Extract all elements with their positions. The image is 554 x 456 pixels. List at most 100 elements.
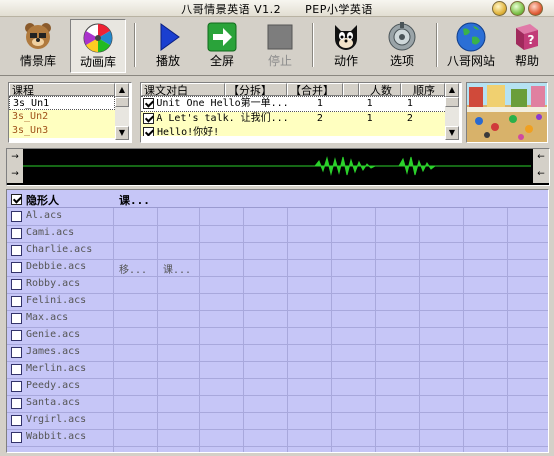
minimize-button[interactable] <box>492 1 507 16</box>
dialogue-text: A Let's talk. 让我们... <box>156 113 289 124</box>
dialogue-row[interactable]: Unit One Hello第一单... 1 1 1 <box>141 96 445 112</box>
character-col3: 课... <box>163 265 192 276</box>
row-checkbox[interactable] <box>141 112 156 126</box>
scroll-down-icon[interactable]: ▼ <box>115 126 129 140</box>
lesson-list-header[interactable]: 课程 <box>9 83 115 97</box>
character-row[interactable]: Santa.acs <box>7 395 548 413</box>
character-checkbox[interactable] <box>11 245 22 257</box>
animation-library-button[interactable]: 动画库 <box>70 19 126 73</box>
character-row[interactable]: Merlin.acs <box>7 361 548 379</box>
lesson-item[interactable]: 3s_Un1 <box>9 96 115 110</box>
scroll-up-icon[interactable]: ▲ <box>445 83 459 97</box>
character-checkbox[interactable] <box>11 313 22 325</box>
col-blank[interactable] <box>343 83 359 96</box>
toolbar-separator <box>436 23 438 67</box>
character-name: Felini.acs <box>26 295 87 306</box>
character-checkbox[interactable] <box>11 228 22 240</box>
help-button[interactable]: ? 帮助 <box>504 19 550 71</box>
options-icon <box>388 22 416 51</box>
window-title: 八哥情景英语 V1.2 PEP小学英语 <box>0 1 554 17</box>
help-book-icon: ? <box>516 24 538 50</box>
options-button[interactable]: 选项 <box>378 19 426 71</box>
toolbar-separator <box>312 23 314 67</box>
character-checkbox[interactable] <box>11 364 22 376</box>
character-checkbox[interactable] <box>11 330 22 342</box>
character-checkbox[interactable] <box>11 381 22 393</box>
dialogue-split: 1 <box>316 98 323 109</box>
scene-library-label: 情景库 <box>19 54 56 68</box>
character-row[interactable]: Vrgirl.acs <box>7 412 548 430</box>
character-row[interactable]: Wabbit.acs <box>7 429 548 447</box>
character-row[interactable]: Cami.acs <box>7 225 548 243</box>
character-row[interactable]: Charlie.acs <box>7 242 548 260</box>
col-people[interactable]: 人数 <box>359 83 401 97</box>
character-checkbox[interactable] <box>11 211 22 223</box>
scroll-down-icon[interactable]: ▼ <box>445 126 459 140</box>
film-reel-icon <box>83 23 113 53</box>
website-button[interactable]: 八哥网站 <box>444 19 498 71</box>
fullscreen-arrow-icon <box>207 22 237 52</box>
dialogue-people: 1 <box>366 113 373 124</box>
character-row[interactable]: Robby.acs <box>7 276 548 294</box>
character-name: Robby.acs <box>26 278 81 289</box>
dialogue-row[interactable]: A Let's talk. 让我们... 2 1 2 <box>141 112 445 126</box>
character-row[interactable]: Max.acs <box>7 310 548 328</box>
play-button[interactable]: 播放 <box>144 19 192 71</box>
dialogue-table-content: 课文对白 【分拆】 【合并】 人数 顺序 Unit One Hello第一单..… <box>141 83 445 136</box>
character-checkbox[interactable] <box>11 347 22 359</box>
lesson-item[interactable]: 3s_Un3 <box>9 124 115 138</box>
dialogue-split: 2 <box>316 113 323 124</box>
header-name[interactable]: 隐形人 <box>26 192 59 208</box>
scene-library-button[interactable]: 情景库 <box>14 19 62 71</box>
waveform-left-arrows[interactable]: → → <box>7 149 23 183</box>
play-icon <box>160 23 180 51</box>
options-label: 选项 <box>389 54 414 68</box>
scroll-thumb[interactable] <box>115 97 129 107</box>
character-row[interactable]: James.acs <box>7 344 548 362</box>
dialogue-scrollbar[interactable]: ▲ ▼ <box>445 83 459 140</box>
action-button[interactable]: 动作 <box>322 19 370 71</box>
action-label: 动作 <box>333 54 358 68</box>
col-order[interactable]: 顺序 <box>401 83 445 97</box>
dialogue-table: 课文对白 【分拆】 【合并】 人数 顺序 Unit One Hello第一单..… <box>140 82 462 143</box>
lesson-list-scrollbar[interactable]: ▲ ▼ <box>115 83 129 140</box>
header-col2[interactable]: 课... <box>119 192 150 208</box>
character-checkbox[interactable] <box>11 279 22 291</box>
character-checkbox[interactable] <box>11 398 22 410</box>
lesson-item[interactable]: 3s_Un2 <box>9 110 115 124</box>
waveform-right-arrows[interactable]: ← ← <box>533 149 549 183</box>
audio-waveform[interactable]: → → ← ← <box>6 148 550 186</box>
col-dialogue-text[interactable]: 课文对白 <box>141 83 225 97</box>
globe-icon <box>456 22 486 52</box>
scroll-up-icon[interactable]: ▲ <box>115 83 129 97</box>
fullscreen-label: 全屏 <box>209 54 234 68</box>
lesson-list-content: 课程 3s_Un1 3s_Un2 3s_Un3 <box>9 83 115 138</box>
toolbar-separator <box>134 23 136 67</box>
close-button[interactable] <box>528 1 543 16</box>
character-name: Debbie.acs <box>26 261 87 272</box>
character-row[interactable]: Al.acs <box>7 208 548 226</box>
character-checkbox[interactable] <box>11 296 22 308</box>
character-row[interactable]: Genie.acs <box>7 327 548 345</box>
character-name: Wabbit.acs <box>26 431 87 442</box>
dialogue-row[interactable]: Hello!你好! <box>141 126 445 136</box>
character-grid: 隐形人 课... Al.acs Cami.acs Charlie.acs Deb… <box>6 189 549 453</box>
stop-button[interactable]: 停止 <box>256 19 304 71</box>
col-split[interactable]: 【分拆】 <box>225 83 287 97</box>
dialogue-people: 1 <box>366 98 373 109</box>
scroll-thumb[interactable] <box>445 97 459 107</box>
grid-header-row: 隐形人 课... <box>7 190 548 208</box>
header-checkbox[interactable] <box>11 192 22 205</box>
character-row[interactable]: Felini.acs <box>7 293 548 311</box>
character-row[interactable]: Peedy.acs <box>7 378 548 396</box>
character-checkbox[interactable] <box>11 262 22 274</box>
character-name: Al.acs <box>26 210 63 221</box>
row-checkbox[interactable] <box>141 126 157 136</box>
fullscreen-button[interactable]: 全屏 <box>198 19 246 71</box>
row-checkbox[interactable] <box>141 97 156 111</box>
character-checkbox[interactable] <box>11 415 22 427</box>
character-checkbox[interactable] <box>11 432 22 444</box>
character-row[interactable]: Debbie.acs 移... 课... <box>7 259 548 277</box>
col-merge[interactable]: 【合并】 <box>287 83 343 97</box>
maximize-button[interactable] <box>510 1 525 16</box>
